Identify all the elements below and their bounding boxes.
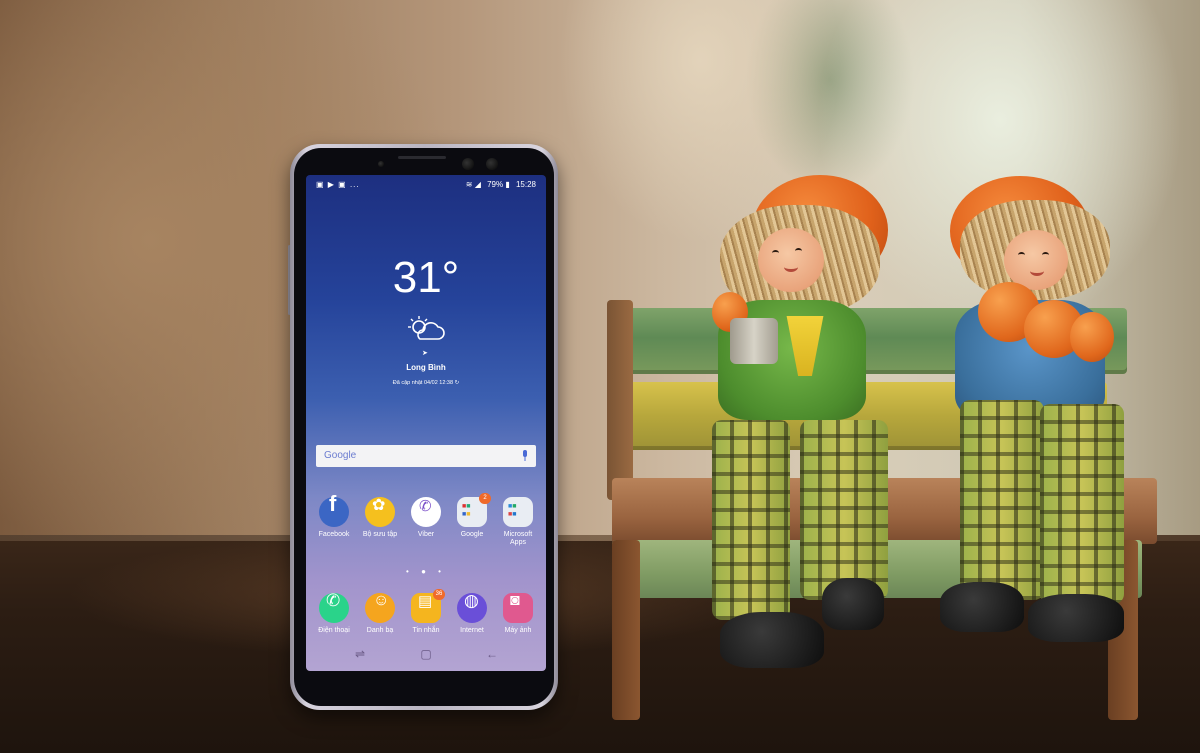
phone-glyph: ✆: [326, 591, 341, 610]
app-contacts[interactable]: ☺ Danh bạ: [358, 593, 402, 635]
home-button-icon[interactable]: ▢: [416, 647, 436, 661]
weather-updated-time: Đã cập nhật 04/02 12:38 ↻: [306, 380, 546, 386]
recent-apps-icon[interactable]: ⇌: [350, 647, 370, 661]
front-camera-icon: [462, 158, 474, 170]
notification-badge: 2: [479, 493, 491, 504]
doll-left-shoe: [720, 612, 824, 668]
app-gallery[interactable]: ✿ Bộ sưu tập: [358, 497, 402, 539]
app-label: Máy ảnh: [504, 627, 532, 634]
app-label: Microsoft Apps: [503, 531, 533, 546]
location-pin-icon: ➤: [422, 350, 428, 357]
doll-right-shoe: [940, 582, 1024, 632]
planet-glyph: ◍: [464, 591, 479, 610]
contacts-icon: ☺: [365, 593, 395, 623]
person-glyph: ☺: [373, 592, 390, 609]
app-facebook[interactable]: f Facebook: [312, 491, 356, 539]
folder-glyph: ■■ ■■: [508, 503, 517, 518]
status-clock: 15:28: [515, 180, 536, 189]
google-logo: Google: [324, 450, 357, 461]
viber-icon: ✆: [411, 497, 441, 527]
app-internet[interactable]: ◍ Internet: [450, 591, 494, 635]
app-label: Điện thoại: [318, 627, 350, 634]
phone-icon: ✆: [319, 591, 349, 623]
doll-right-shoe: [1028, 594, 1124, 642]
doll-left-eye: [772, 250, 779, 256]
phone-screen: ▣ ▶ ▣ ... ≋ ◢ 79% ▮ 15:28 31° ➤ Long Bìn…: [306, 175, 546, 671]
internet-icon: ◍: [457, 591, 487, 623]
chat-glyph: ▤: [418, 593, 433, 610]
earpiece-speaker: [398, 156, 446, 159]
app-label: Bộ sưu tập: [362, 531, 398, 538]
camera-glyph: ◙: [510, 592, 520, 609]
app-label: Google: [460, 531, 484, 538]
refresh-icon[interactable]: ↻: [455, 380, 460, 386]
doll-right-pants-leg: [960, 400, 1044, 600]
app-label: Facebook: [318, 531, 350, 538]
battery-level: 79%: [487, 180, 504, 189]
folder-glyph: ■■ ■■: [462, 503, 471, 518]
system-status: ≋ ◢ 79% ▮ 15:28: [466, 180, 536, 189]
temperature: 31°: [392, 253, 460, 302]
doll-left-mouth: [784, 262, 798, 272]
weather-location: Long Bình: [406, 363, 446, 372]
doll-left-cup: [730, 318, 778, 364]
camera-icon: ◙: [503, 593, 533, 623]
doll-left-face: [758, 228, 824, 292]
partly-cloudy-icon: [408, 316, 445, 340]
app-messages[interactable]: ▤ 36 Tin nhắn: [404, 589, 448, 635]
app-microsoft-folder[interactable]: ■■ ■■ Microsoft Apps: [496, 497, 540, 547]
doll-right-eye: [1042, 252, 1049, 258]
app-label: Viber: [417, 531, 435, 538]
doll-right-eye: [1018, 252, 1025, 258]
messages-icon: ▤ 36: [411, 589, 445, 623]
gallery-icon: ✿: [365, 497, 395, 527]
doll-left-eye: [795, 248, 802, 254]
doll-right-face: [1004, 230, 1068, 290]
viber-glyph: ✆: [419, 498, 432, 515]
status-bar: ▣ ▶ ▣ ... ≋ ◢ 79% ▮ 15:28: [306, 179, 546, 193]
bench-leg-left: [612, 540, 640, 720]
page-indicator: • ● •: [406, 567, 446, 576]
navigation-bar: ⇌ ▢ ←: [306, 645, 546, 667]
app-label: Internet: [460, 627, 484, 634]
app-google-folder[interactable]: ■■ ■■ 2 Google: [450, 493, 494, 539]
microphone-icon[interactable]: [522, 450, 528, 461]
google-folder-icon: ■■ ■■ 2: [457, 493, 491, 527]
app-label: Tin nhắn: [412, 627, 440, 634]
doll-right-orange: [1070, 312, 1114, 362]
google-search-bar[interactable]: Google: [316, 445, 536, 467]
proximity-sensor-icon: [378, 161, 384, 167]
bench-post: [607, 300, 633, 500]
battery-icon: ▮: [505, 180, 510, 189]
notification-icons: ▣ ▶ ▣ ...: [316, 180, 360, 189]
app-label: Danh bạ: [366, 627, 394, 634]
doll-left-pants-leg: [712, 420, 790, 620]
doll-right-pants-leg: [1040, 404, 1124, 604]
app-camera[interactable]: ◙ Máy ảnh: [496, 593, 540, 635]
doll-right-mouth: [1030, 266, 1044, 276]
flower-glyph: ✿: [372, 497, 386, 514]
app-phone[interactable]: ✆ Điện thoại: [312, 591, 356, 635]
notification-badge: 36: [433, 589, 445, 600]
facebook-icon: f: [319, 491, 349, 527]
updated-text: Đã cập nhật 04/02 12:38: [392, 380, 454, 386]
doll-left-shoe: [822, 578, 884, 630]
signal-icons: ≋ ◢: [465, 180, 481, 189]
microsoft-folder-icon: ■■ ■■: [503, 497, 533, 527]
app-viber[interactable]: ✆ Viber: [404, 497, 448, 539]
front-camera-icon: [486, 158, 498, 170]
facebook-glyph: f: [329, 491, 337, 516]
back-icon[interactable]: ←: [482, 647, 502, 661]
doll-left-pants-leg: [800, 420, 888, 600]
